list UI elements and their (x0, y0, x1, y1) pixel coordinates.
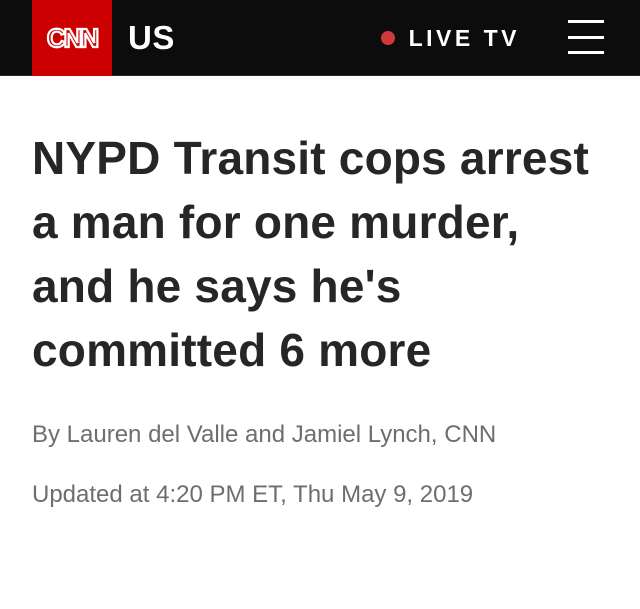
section-link-us[interactable]: US (128, 0, 175, 76)
article-headline: NYPD Transit cops arrest a man for one m… (32, 132, 590, 376)
cnn-logo-icon: CNN (46, 23, 102, 53)
article-body: NYPD Transit cops arrest a man for one m… (0, 126, 640, 510)
article-byline: By Lauren del Valle and Jamiel Lynch, CN… (32, 421, 497, 448)
site-header: CNN US LIVE TV (0, 0, 640, 76)
hamburger-menu-icon[interactable] (568, 20, 604, 54)
menu-bar (568, 35, 604, 39)
menu-bar (568, 51, 604, 54)
live-tv-link[interactable]: LIVE TV (380, 0, 520, 76)
svg-text:CNN: CNN (47, 23, 99, 53)
live-tv-label: LIVE TV (408, 24, 520, 51)
menu-bar (568, 20, 604, 23)
article-timestamp: Updated at 4:20 PM ET, Thu May 9, 2019 (32, 481, 474, 508)
cnn-logo[interactable]: CNN (32, 0, 112, 76)
live-dot-icon (380, 31, 395, 45)
